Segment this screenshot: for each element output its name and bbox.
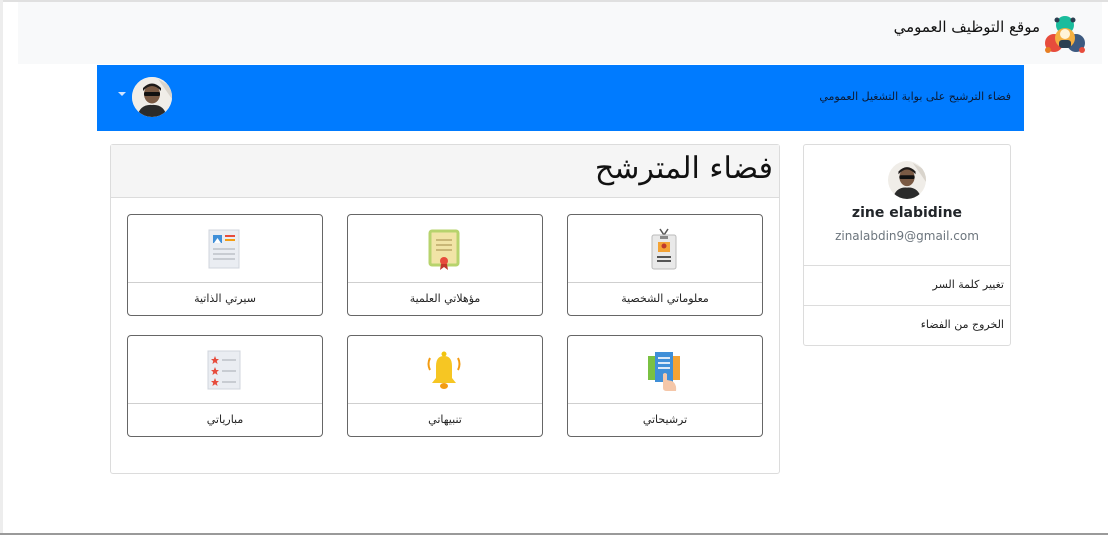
candidate-header-bar: فضاء الترشيح على بوابة التشغيل العمومي <box>97 65 1024 131</box>
tile-icon-area <box>568 215 762 283</box>
tile-icon-area <box>128 215 322 283</box>
tile-label: سيرتي الذاتية <box>194 292 256 305</box>
menu-item-label: تغيير كلمة السر <box>932 278 1005 291</box>
applications-icon <box>648 352 680 391</box>
caret-down-icon[interactable] <box>118 92 126 96</box>
tile-applications[interactable]: ترشيحاتي <box>567 335 763 437</box>
profile-name: zine elabidine <box>851 205 963 221</box>
recruitment-people-logo-icon[interactable] <box>1042 12 1088 56</box>
tile-icon-area <box>348 336 542 404</box>
tile-label: مبارياتي <box>206 413 244 426</box>
tile-icon-area <box>128 336 322 404</box>
rated-list-icon <box>207 350 241 390</box>
header-title: فضاء الترشيح على بوابة التشغيل العمومي <box>819 90 1011 103</box>
tile-icon-area <box>568 336 762 404</box>
candidate-space-header: فضاء المترشح <box>111 145 779 198</box>
resume-icon <box>208 229 240 269</box>
certificate-icon <box>428 229 460 270</box>
tile-label: تنبيهاتي <box>428 413 462 426</box>
tile-label: معلوماتي الشخصية <box>621 292 709 305</box>
logout-link[interactable]: الخروج من الفضاء <box>804 305 1010 345</box>
top-navbar: موقع التوظيف العمومي <box>18 2 1102 64</box>
tile-competitions[interactable]: مبارياتي <box>127 335 323 437</box>
page-title: فضاء المترشح <box>594 151 773 186</box>
id-badge-icon <box>651 228 677 270</box>
profile-email: zinalabdin9@gmail.com <box>835 229 979 243</box>
bell-icon <box>427 351 461 389</box>
window-left-border <box>0 0 3 535</box>
brand-title[interactable]: موقع التوظيف العمومي <box>894 18 1040 36</box>
tile-icon-area <box>348 215 542 283</box>
tile-notifications[interactable]: تنبيهاتي <box>347 335 543 437</box>
tile-label: ترشيحاتي <box>642 413 688 426</box>
tile-qualifications[interactable]: مؤهلاتي العلمية <box>347 214 543 316</box>
candidate-space-card: فضاء المترشح معلوماتي الشخصية مؤهلاتي ال… <box>110 144 780 474</box>
user-avatar-icon[interactable] <box>132 77 172 117</box>
profile-card: zine elabidine zinalabdin9@gmail.com تغي… <box>803 144 1011 346</box>
tile-personal-info[interactable]: معلوماتي الشخصية <box>567 214 763 316</box>
tile-label: مؤهلاتي العلمية <box>409 292 481 305</box>
menu-item-label: الخروج من الفضاء <box>920 318 1004 331</box>
tile-resume[interactable]: سيرتي الذاتية <box>127 214 323 316</box>
change-password-link[interactable]: تغيير كلمة السر <box>804 265 1010 305</box>
profile-avatar-icon <box>888 161 926 199</box>
